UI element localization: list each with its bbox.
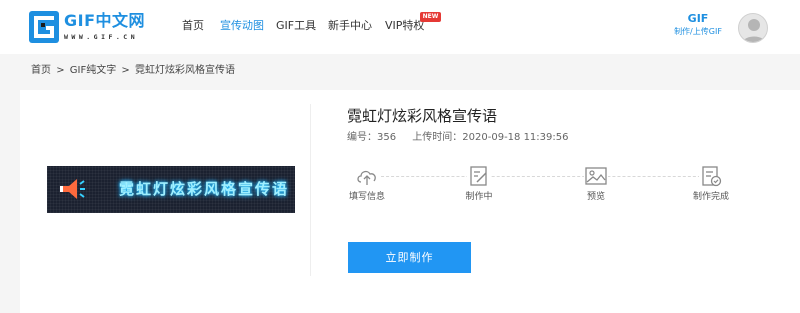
preview-neon-text: 霓虹灯炫彩风格宣传语: [119, 180, 290, 198]
nav-item-home[interactable]: 首页: [182, 18, 204, 34]
upload-time: 上传时间：2020-09-18 11:39:56: [412, 132, 569, 143]
user-icon: [742, 19, 766, 42]
site-logo[interactable]: GIF中文网 WWW.GIF.CN: [29, 11, 159, 45]
template-detail-card: 霓虹灯炫彩风格宣传语 霓虹灯炫彩风格宣传语 编号：356 上传时间：2020-0…: [20, 90, 800, 313]
gif-preview-image: 霓虹灯炫彩风格宣传语: [47, 166, 295, 213]
breadcrumb: 首页 > GIF纯文字 > 霓虹灯炫彩风格宣传语: [31, 64, 235, 78]
nav-item-gif-tools[interactable]: GIF工具: [276, 18, 316, 34]
breadcrumb-separator: >: [121, 65, 130, 76]
step-making: 制作中: [449, 165, 509, 203]
nav-item-beginner-center[interactable]: 新手中心: [328, 18, 372, 34]
logo-title: GIF中文网: [64, 11, 146, 30]
document-check-icon: [699, 165, 723, 187]
make-gif-title: GIF: [687, 12, 709, 25]
megaphone-icon: [60, 179, 85, 199]
make-upload-gif-link[interactable]: GIF 制作/上传GIF: [658, 12, 738, 38]
template-id: 编号：356: [347, 132, 397, 143]
new-badge: NEW: [420, 12, 441, 22]
nav-item-promo-gif[interactable]: 宣传动图: [220, 18, 264, 34]
step-label: 制作中: [465, 192, 493, 202]
user-avatar[interactable]: [738, 13, 768, 43]
template-title: 霓虹灯炫彩风格宣传语: [347, 107, 498, 125]
vertical-divider: [310, 104, 311, 276]
cloud-upload-icon: [355, 165, 379, 187]
step-label: 预览: [586, 192, 605, 202]
breadcrumb-separator: >: [56, 65, 65, 76]
step-label: 填写信息: [348, 192, 385, 202]
step-label: 制作完成: [692, 192, 729, 202]
step-fill-info: 填写信息: [337, 165, 397, 203]
logo-url: WWW.GIF.CN: [64, 33, 139, 41]
step-preview: 预览: [566, 165, 626, 203]
edit-document-icon: [467, 165, 491, 187]
nav-item-vip[interactable]: VIP特权: [385, 18, 424, 34]
top-header: GIF中文网 WWW.GIF.CN 首页 宣传动图 GIF工具 新手中心 VIP…: [0, 0, 800, 54]
breadcrumb-home[interactable]: 首页: [31, 65, 51, 76]
image-preview-icon: [584, 165, 608, 187]
steps-connector: [376, 176, 716, 177]
make-gif-subtitle: 制作/上传GIF: [674, 27, 722, 36]
make-now-button[interactable]: 立即制作: [348, 242, 471, 273]
step-done: 制作完成: [681, 165, 741, 203]
logo-mark-icon: [29, 11, 59, 43]
breadcrumb-category[interactable]: GIF纯文字: [70, 65, 116, 76]
template-meta: 编号：356 上传时间：2020-09-18 11:39:56: [347, 131, 569, 145]
breadcrumb-current: 霓虹灯炫彩风格宣传语: [134, 65, 235, 76]
